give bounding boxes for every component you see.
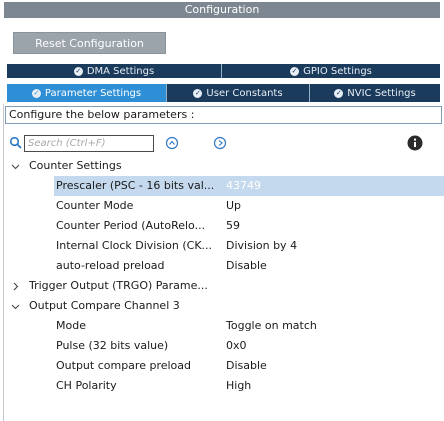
search-row <box>9 133 439 153</box>
tab-label: GPIO Settings <box>303 65 372 77</box>
param-row-mode[interactable]: Mode Toggle on match <box>0 316 444 336</box>
param-value[interactable]: 0x0 <box>226 336 247 356</box>
tabs-row-2: ✓ Parameter Settings ✓ User Constants ✓ … <box>7 84 440 102</box>
group-counter-settings[interactable]: Counter Settings <box>0 156 444 176</box>
tab-label: User Constants <box>206 87 283 99</box>
tab-gpio-settings[interactable]: ✓ GPIO Settings <box>222 64 440 78</box>
param-name: Prescaler (PSC - 16 bits val... <box>56 179 215 192</box>
tab-user-constants[interactable]: ✓ User Constants <box>167 84 310 102</box>
search-icon <box>9 136 22 149</box>
param-name: CH Polarity <box>56 379 117 392</box>
tab-label: NVIC Settings <box>347 87 416 99</box>
collapse-all-icon[interactable] <box>213 136 227 150</box>
param-value[interactable]: High <box>226 376 251 396</box>
chevron-down-icon[interactable] <box>10 156 20 176</box>
param-row-clock-division[interactable]: Internal Clock Division (CK... Division … <box>0 236 444 256</box>
param-name: Pulse (32 bits value) <box>56 339 169 352</box>
tabs-row-1: ✓ DMA Settings ✓ GPIO Settings <box>7 64 440 78</box>
param-row-ch-polarity[interactable]: CH Polarity High <box>0 376 444 396</box>
window-title: Configuration <box>4 2 440 18</box>
param-row-counter-mode[interactable]: Counter Mode Up <box>0 196 444 216</box>
param-value[interactable]: Up <box>226 196 241 216</box>
chevron-right-icon[interactable] <box>10 276 20 296</box>
param-value[interactable]: Disable <box>226 356 267 376</box>
configure-hint: Configure the below parameters : <box>5 106 442 124</box>
param-row-pulse[interactable]: Pulse (32 bits value) 0x0 <box>0 336 444 356</box>
param-row-auto-reload-preload[interactable]: auto-reload preload Disable <box>0 256 444 276</box>
check-circle-icon: ✓ <box>193 88 203 98</box>
reset-configuration-button[interactable]: Reset Configuration <box>13 32 166 54</box>
check-circle-icon: ✓ <box>334 88 344 98</box>
param-value[interactable]: 59 <box>226 216 240 236</box>
param-name: Internal Clock Division (CK... <box>56 239 213 252</box>
expand-all-icon[interactable] <box>165 136 179 150</box>
title-bar: Configuration <box>0 0 444 20</box>
param-value[interactable]: 43749 <box>226 176 261 196</box>
check-circle-icon: ✓ <box>31 88 41 98</box>
group-label: Output Compare Channel 3 <box>29 299 180 312</box>
param-row-counter-period[interactable]: Counter Period (AutoRelo... 59 <box>0 216 444 236</box>
tab-label: DMA Settings <box>86 65 155 77</box>
group-label: Trigger Output (TRGO) Parame... <box>29 279 208 292</box>
tab-label: Parameter Settings <box>44 87 142 99</box>
param-value[interactable]: Division by 4 <box>226 236 297 256</box>
param-row-output-compare-preload[interactable]: Output compare preload Disable <box>0 356 444 376</box>
group-output-compare-channel-3[interactable]: Output Compare Channel 3 <box>0 296 444 316</box>
search-input[interactable] <box>24 135 154 152</box>
tab-dma-settings[interactable]: ✓ DMA Settings <box>7 64 222 78</box>
param-name: auto-reload preload <box>56 259 165 272</box>
check-circle-icon: ✓ <box>290 66 300 76</box>
tab-nvic-settings[interactable]: ✓ NVIC Settings <box>310 84 440 102</box>
group-trigger-output[interactable]: Trigger Output (TRGO) Parame... <box>0 276 444 296</box>
param-name: Output compare preload <box>56 359 192 372</box>
param-row-prescaler[interactable]: Prescaler (PSC - 16 bits val... 43749 <box>0 176 444 196</box>
param-name: Mode <box>56 319 86 332</box>
chevron-down-icon[interactable] <box>10 296 20 316</box>
param-name: Counter Period (AutoRelo... <box>56 219 206 232</box>
param-value[interactable]: Toggle on match <box>226 316 317 336</box>
param-name: Counter Mode <box>56 199 134 212</box>
param-value[interactable]: Disable <box>226 256 267 276</box>
group-label: Counter Settings <box>29 159 122 172</box>
check-circle-icon: ✓ <box>73 66 83 76</box>
info-icon[interactable] <box>407 135 423 151</box>
tab-parameter-settings[interactable]: ✓ Parameter Settings <box>7 84 167 102</box>
